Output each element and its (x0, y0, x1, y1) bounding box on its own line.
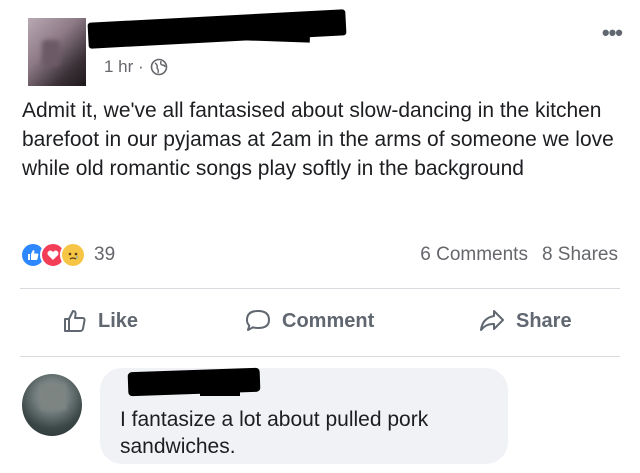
post-text: Admit it, we've all fantasised about slo… (22, 99, 614, 180)
redacted-commenter-name (127, 367, 261, 397)
divider-top (20, 288, 620, 289)
facebook-post: 1 hr · ••• Admit it, we've all fantasise… (0, 0, 640, 473)
share-button[interactable]: Share (478, 308, 572, 334)
engagement-counts: 6 Comments 8 Shares (420, 244, 618, 266)
comment-label[interactable]: Comment (282, 310, 374, 333)
sad-reaction-icon (60, 242, 86, 268)
share-icon (480, 310, 504, 331)
commenter-avatar[interactable] (22, 374, 82, 436)
thumbs-up-icon (64, 310, 86, 332)
comment-icon (246, 310, 270, 331)
like-label[interactable]: Like (98, 310, 138, 333)
like-button[interactable]: Like (62, 308, 138, 334)
reactions-summary[interactable]: 39 (20, 242, 115, 268)
share-label[interactable]: Share (516, 310, 572, 333)
reaction-count[interactable]: 39 (94, 244, 115, 266)
shares-count[interactable]: 8 Shares (542, 244, 618, 266)
post-timestamp[interactable]: 1 hr · (104, 57, 168, 77)
comment-button[interactable]: Comment (244, 308, 374, 334)
more-options-icon[interactable]: ••• (602, 22, 623, 44)
globe-icon (150, 58, 167, 76)
timestamp-text[interactable]: 1 hr · (104, 57, 144, 77)
comment-text: I fantasize a lot about pulled pork sand… (120, 408, 429, 458)
divider-bottom (20, 356, 620, 357)
redacted-commenter-name-extra (200, 386, 240, 396)
comments-count[interactable]: 6 Comments (420, 244, 528, 266)
poster-avatar[interactable] (28, 18, 86, 86)
